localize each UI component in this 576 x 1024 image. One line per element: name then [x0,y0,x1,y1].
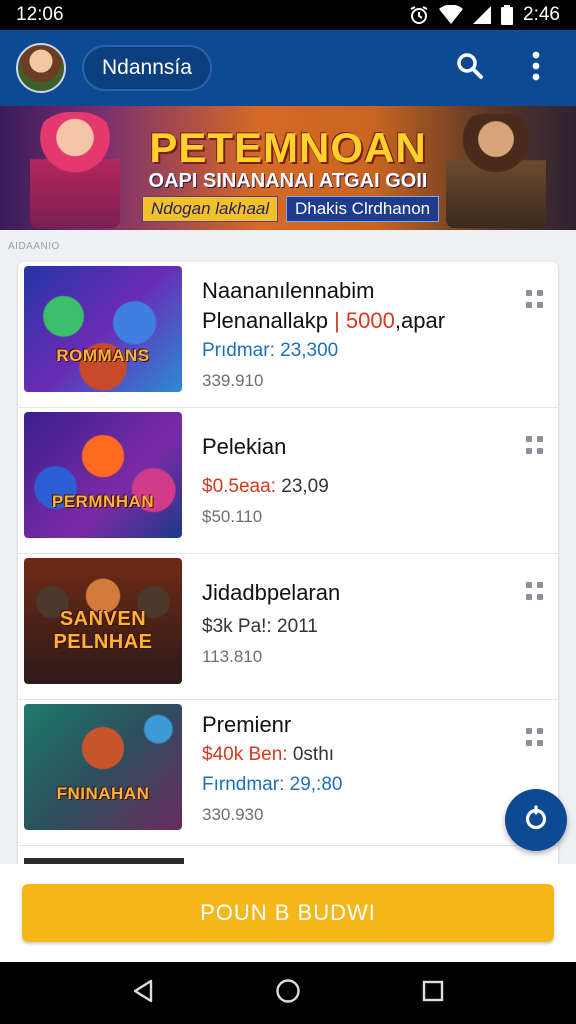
banner-tag-left: Ndogan lakhaal [142,196,279,222]
primary-action-label: POUN B BUDWI [200,900,376,925]
drag-handle-icon[interactable] [526,290,546,310]
game-thumbnail: ROMMANS [24,266,182,392]
item-meta: $50.110 [202,507,263,526]
avatar[interactable] [16,43,66,93]
item-subtitle: Plenanallakp | 5000,apar [202,308,446,333]
item-meta: 113.810 [202,647,263,666]
status-bar: 12:06 2:46 [0,0,576,30]
more-vert-icon [531,51,541,86]
item-title: Jidadbpelaran [202,580,341,605]
item-title: Naananılennabim [202,278,375,303]
banner-tag-right: Dhakis Clrdhanon [286,196,440,222]
drag-handle-icon[interactable] [526,582,546,602]
game-thumbnail: PERMNHAN [24,412,182,538]
list-item[interactable]: PERMNHAN Pelekian $0.5eaa: 23,09 $50.110 [18,408,558,554]
system-nav-bar [0,962,576,1024]
game-thumbnail: SANVEN PELNHAE [24,558,182,684]
region-selector[interactable]: Ndannsía [82,45,212,91]
item-price: $3k Pa!: 2011 [202,616,318,637]
more-options-button[interactable] [512,44,560,92]
search-button[interactable] [446,44,494,92]
item-price: $0.5eaa: 23,09 [202,476,329,497]
refresh-fab[interactable] [505,789,567,851]
item-secondary-price: Fırndmar: 29,:80 [202,774,343,795]
list-item[interactable]: FNINAHAN Premienr $40k Ben: 0sthı Fırndm… [18,700,558,846]
signal-icon [473,5,492,25]
wifi-icon [439,5,464,25]
status-time-right: 2:46 [523,4,560,25]
recents-button[interactable] [413,973,453,1013]
thumbnail-label: SANVEN PELNHAE [53,608,153,653]
back-triangle-icon [132,979,154,1008]
status-time-left: 12:06 [16,4,64,25]
recents-square-icon [422,980,444,1007]
list-item[interactable]: SANVEN PELNHAE Jidadbpelaran $3k Pa!: 20… [18,554,558,700]
drag-handle-icon[interactable] [526,436,546,456]
item-meta: 339.910 [202,371,264,390]
section-label: AIDAANIO [8,241,60,252]
region-label: Ndannsía [102,56,192,79]
list-item[interactable]: ROMMANS Naananılennabim Plenanallakp | 5… [18,262,558,408]
refresh-icon [523,804,549,836]
thumbnail-label: FNINAHAN [56,784,150,803]
item-price: Prıdmar: 23,300 [202,340,339,361]
search-icon [455,51,485,86]
home-circle-icon [275,978,301,1009]
thumbnail-label: PERMNHAN [51,492,155,511]
item-title: Premienr [202,712,292,737]
battery-icon [501,5,514,25]
item-title: Pelekian [202,434,287,459]
drag-handle-icon[interactable] [526,728,546,748]
banner-subtitle: OAPI SINANANAI ATGAI GOII [148,170,428,192]
item-price: $40k Ben: 0sthı [202,744,335,765]
tournament-list: ROMMANS Naananılennabim Plenanallakp | 5… [18,262,558,872]
home-button[interactable] [268,973,308,1013]
banner-title: PETEMNOAN [149,124,427,171]
alarm-icon [409,5,429,25]
status-icons: 2:46 [409,4,560,26]
thumbnail-label: ROMMANS [56,346,150,365]
game-thumbnail: FNINAHAN [24,704,182,830]
item-meta: 330.930 [202,805,264,824]
promo-banner[interactable]: PETEMNOAN OAPI SINANANAI ATGAI GOII Ndog… [0,106,576,230]
bottom-panel: POUN B BUDWI [0,864,576,962]
app-bar: Ndannsía [0,30,576,106]
primary-action-button[interactable]: POUN B BUDWI [22,884,554,942]
back-button[interactable] [123,973,163,1013]
